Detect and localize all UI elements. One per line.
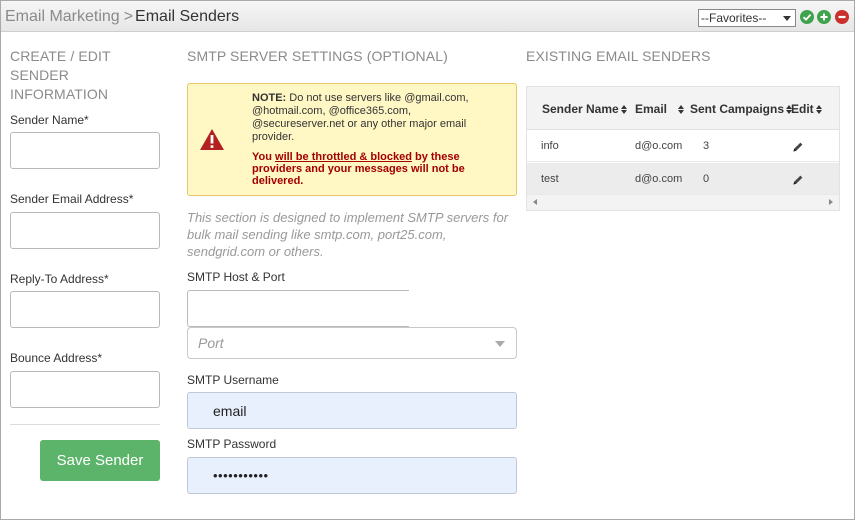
scroll-left-icon[interactable]	[533, 199, 537, 205]
column-header-sent-campaigns[interactable]: Sent Campaigns	[690, 102, 793, 116]
column-header-label: Sent Campaigns	[690, 102, 785, 116]
cell-email: d@o.com	[635, 140, 683, 152]
throttle-warning: You will be throttled & blocked by these…	[252, 151, 502, 187]
page-title: Email Senders	[135, 8, 240, 25]
table-header: Sender Name Email Sent Campaigns Edit	[527, 87, 839, 130]
sender-email-label: Sender Email Address*	[10, 192, 134, 206]
favorites-select[interactable]: --Favorites--	[698, 9, 796, 27]
sender-name-input[interactable]	[10, 132, 160, 169]
check-icon[interactable]	[800, 10, 814, 24]
title-bar: Email Marketing > Email Senders --Favorite…	[1, 1, 854, 32]
scroll-right-icon[interactable]	[829, 199, 833, 205]
column-header-edit[interactable]: Edit	[791, 102, 822, 116]
smtp-port-placeholder: Port	[198, 335, 224, 351]
cell-email: d@o.com	[635, 173, 683, 185]
smtp-username-input[interactable]: email	[187, 392, 517, 429]
smtp-warning-note: NOTE: Do not use servers like @gmail.com…	[187, 83, 517, 196]
pencil-icon[interactable]	[792, 140, 804, 158]
chevron-down-icon	[783, 15, 791, 21]
column-header-label: Email	[635, 102, 668, 116]
breadcrumb-parent[interactable]: Email Marketing	[5, 8, 120, 25]
horizontal-scrollbar[interactable]	[527, 195, 839, 210]
cell-sender-name: test	[541, 173, 559, 185]
cell-sent-campaigns: 3	[703, 140, 710, 152]
column-header-label: Sender Name	[542, 102, 619, 116]
sort-icon	[815, 104, 822, 114]
smtp-settings-heading: SMTP SERVER SETTINGS (OPTIONAL)	[187, 48, 448, 64]
breadcrumb: Email Marketing > Email Senders	[5, 8, 239, 26]
column-header-email[interactable]: Email	[635, 102, 685, 116]
note-text: NOTE: Do not use servers like @gmail.com…	[252, 92, 482, 144]
pencil-icon[interactable]	[792, 173, 804, 191]
smtp-password-input[interactable]: •••••••••••	[187, 457, 517, 494]
bounce-address-input[interactable]	[10, 371, 160, 408]
throttle-warning-prefix: You	[252, 151, 276, 163]
sort-icon	[678, 104, 685, 114]
reply-to-label: Reply-To Address*	[10, 272, 109, 286]
bounce-address-label: Bounce Address*	[10, 351, 103, 365]
smtp-description: This section is designed to implement SM…	[187, 210, 509, 259]
table-row[interactable]: test d@o.com 0	[527, 163, 839, 195]
favorites-select-value: --Favorites--	[701, 11, 767, 25]
divider	[10, 424, 160, 425]
smtp-username-label: SMTP Username	[187, 373, 279, 387]
senders-table: Sender Name Email Sent Campaigns Edit in…	[526, 86, 840, 211]
column-header-sender-name[interactable]: Sender Name	[542, 102, 627, 116]
create-sender-heading: CREATE / EDIT SENDER INFORMATION	[10, 48, 111, 102]
table-row[interactable]: info d@o.com 3	[527, 130, 839, 162]
smtp-port-select[interactable]: Port	[187, 327, 517, 359]
warning-icon	[199, 128, 225, 156]
smtp-password-label: SMTP Password	[187, 437, 277, 451]
smtp-host-input[interactable]	[187, 290, 409, 327]
cell-sent-campaigns: 0	[703, 173, 710, 185]
smtp-host-label: SMTP Host & Port	[187, 270, 285, 284]
sort-icon	[620, 104, 627, 114]
note-label: NOTE:	[252, 92, 287, 104]
reply-to-input[interactable]	[10, 291, 160, 328]
minus-icon[interactable]	[835, 10, 849, 24]
existing-senders-heading: EXISTING EMAIL SENDERS	[526, 48, 711, 64]
save-sender-button[interactable]: Save Sender	[40, 440, 160, 481]
breadcrumb-separator: >	[123, 8, 134, 25]
plus-icon[interactable]	[817, 10, 831, 24]
cell-sender-name: info	[541, 140, 559, 152]
column-header-label: Edit	[791, 102, 814, 116]
chevron-down-icon	[495, 341, 505, 347]
sender-email-input[interactable]	[10, 212, 160, 249]
sender-name-label: Sender Name*	[10, 113, 89, 127]
throttle-warning-emphasis: will be throttled & blocked	[275, 151, 412, 163]
